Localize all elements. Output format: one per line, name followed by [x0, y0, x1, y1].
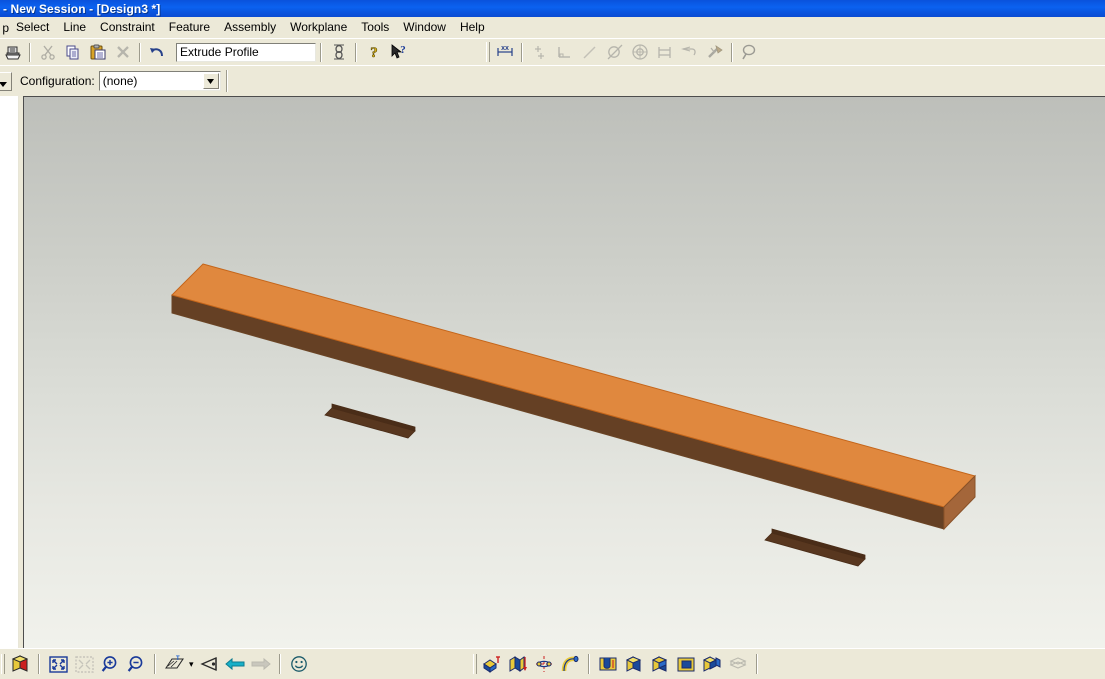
bottom-separator-1: [38, 654, 40, 674]
toolbar-separator-3: [320, 42, 322, 62]
window-title: - New Session - [Design3 *]: [3, 1, 161, 16]
feature-tree-panel[interactable]: [0, 96, 19, 648]
print-button[interactable]: [1, 41, 24, 63]
configuration-separator: [225, 70, 228, 92]
configuration-selected-value: (none): [102, 74, 138, 88]
coincident-constraint-button[interactable]: [528, 41, 551, 63]
standard-toolbar: Extrude Profile ? ? xx: [0, 38, 1105, 65]
svg-text:xx: xx: [501, 45, 509, 52]
slot-2-floor: [764, 532, 866, 567]
svg-text:T: T: [176, 656, 180, 662]
zoom-out-button[interactable]: [124, 653, 148, 676]
operation-name-field[interactable]: Extrude Profile: [176, 42, 316, 62]
split-part-button[interactable]: [700, 653, 724, 676]
revolve-feature-button[interactable]: [532, 653, 556, 676]
delete-button[interactable]: [111, 41, 134, 63]
menu-item-line[interactable]: Line: [56, 18, 93, 37]
undo-button[interactable]: [146, 41, 169, 63]
bottom-separator-3: [278, 654, 281, 674]
pocket-feature-button[interactable]: [596, 653, 620, 676]
isometric-view-button[interactable]: [8, 653, 32, 676]
chevron-down-icon: [0, 81, 7, 87]
title-bar: - New Session - [Design3 *]: [0, 0, 1105, 17]
cut-button[interactable]: [36, 41, 59, 63]
extrude-feature-button[interactable]: [480, 653, 504, 676]
horizontal-constraint-button[interactable]: [678, 41, 701, 63]
bottom-toolbar-grip[interactable]: [1, 654, 5, 674]
menu-item-tools[interactable]: Tools: [354, 18, 396, 37]
previous-view-button[interactable]: [223, 653, 247, 676]
configuration-dropdown-arrow[interactable]: [202, 73, 219, 89]
menu-item-clipped[interactable]: p: [0, 21, 9, 35]
toolbar-separator-4: [355, 42, 357, 62]
toolbar-grip-constraints[interactable]: [486, 42, 490, 62]
workplane-button[interactable]: T: [162, 653, 186, 676]
menu-item-window[interactable]: Window: [396, 18, 453, 37]
menu-bar: p Select Line Constraint Feature Assembl…: [0, 17, 1105, 38]
menu-item-constraint[interactable]: Constraint: [93, 18, 162, 37]
feature-toolbar-grip[interactable]: [472, 654, 477, 674]
inspect-magnifier-button[interactable]: [738, 41, 761, 63]
shell-part-button[interactable]: [726, 653, 750, 676]
shading-mode-button[interactable]: [287, 653, 311, 676]
view-direction-button[interactable]: [197, 653, 221, 676]
equal-length-constraint-button[interactable]: [653, 41, 676, 63]
configuration-select[interactable]: (none): [98, 71, 221, 91]
help-button[interactable]: ?: [362, 41, 385, 63]
view-toolbar: T ▾: [0, 648, 1105, 679]
fix-anchor-constraint-button[interactable]: [703, 41, 726, 63]
sweep-feature-button[interactable]: [558, 653, 582, 676]
collinear-constraint-button[interactable]: [578, 41, 601, 63]
bottom-separator-4: [587, 654, 590, 674]
svg-text:?: ?: [400, 44, 406, 56]
toolbar-separator-5: [521, 42, 523, 62]
configuration-label: Configuration:: [20, 74, 95, 88]
toolbar-separator-1: [29, 42, 31, 62]
project-feature-button[interactable]: [506, 653, 530, 676]
application-window: - New Session - [Design3 *] p Select Lin…: [0, 0, 1105, 679]
bottom-separator-2: [154, 654, 156, 674]
perpendicular-constraint-button[interactable]: [553, 41, 576, 63]
menu-item-help[interactable]: Help: [453, 18, 492, 37]
toolbar-separator-6: [731, 42, 733, 62]
dimension-xx-button[interactable]: xx: [493, 41, 516, 63]
tangent-constraint-button[interactable]: [603, 41, 626, 63]
paste-button[interactable]: [86, 41, 109, 63]
bottom-separator-5: [755, 654, 758, 674]
zoom-fit-button[interactable]: [46, 653, 70, 676]
boolean-intersect-button[interactable]: [674, 653, 698, 676]
operation-name-value: Extrude Profile: [180, 45, 259, 59]
toolbar-separator-2: [139, 42, 141, 62]
workplane-dropdown-arrow[interactable]: ▾: [189, 659, 194, 670]
menu-item-feature[interactable]: Feature: [162, 18, 217, 37]
model-viewport[interactable]: [23, 96, 1105, 648]
bar-top-face: [171, 263, 976, 508]
bar-front-side-face: [171, 294, 945, 530]
linear-dimension-button[interactable]: [327, 41, 350, 63]
zoom-in-button[interactable]: [98, 653, 122, 676]
boolean-add-button[interactable]: [622, 653, 646, 676]
menu-item-select[interactable]: Select: [9, 18, 56, 37]
copy-button[interactable]: [61, 41, 84, 63]
menu-item-assembly[interactable]: Assembly: [217, 18, 283, 37]
svg-text:?: ?: [370, 45, 378, 61]
configuration-overflow-button[interactable]: [0, 71, 12, 91]
concentric-constraint-button[interactable]: [628, 41, 651, 63]
chevron-down-icon: [207, 78, 215, 84]
context-help-button[interactable]: ?: [387, 41, 410, 63]
model-3d-render[interactable]: [24, 97, 1105, 648]
menu-item-workplane[interactable]: Workplane: [283, 18, 354, 37]
configuration-toolbar: Configuration: (none): [0, 65, 1105, 96]
zoom-selection-button[interactable]: [72, 653, 96, 676]
next-view-button[interactable]: [249, 653, 273, 676]
boolean-subtract-button[interactable]: [648, 653, 672, 676]
